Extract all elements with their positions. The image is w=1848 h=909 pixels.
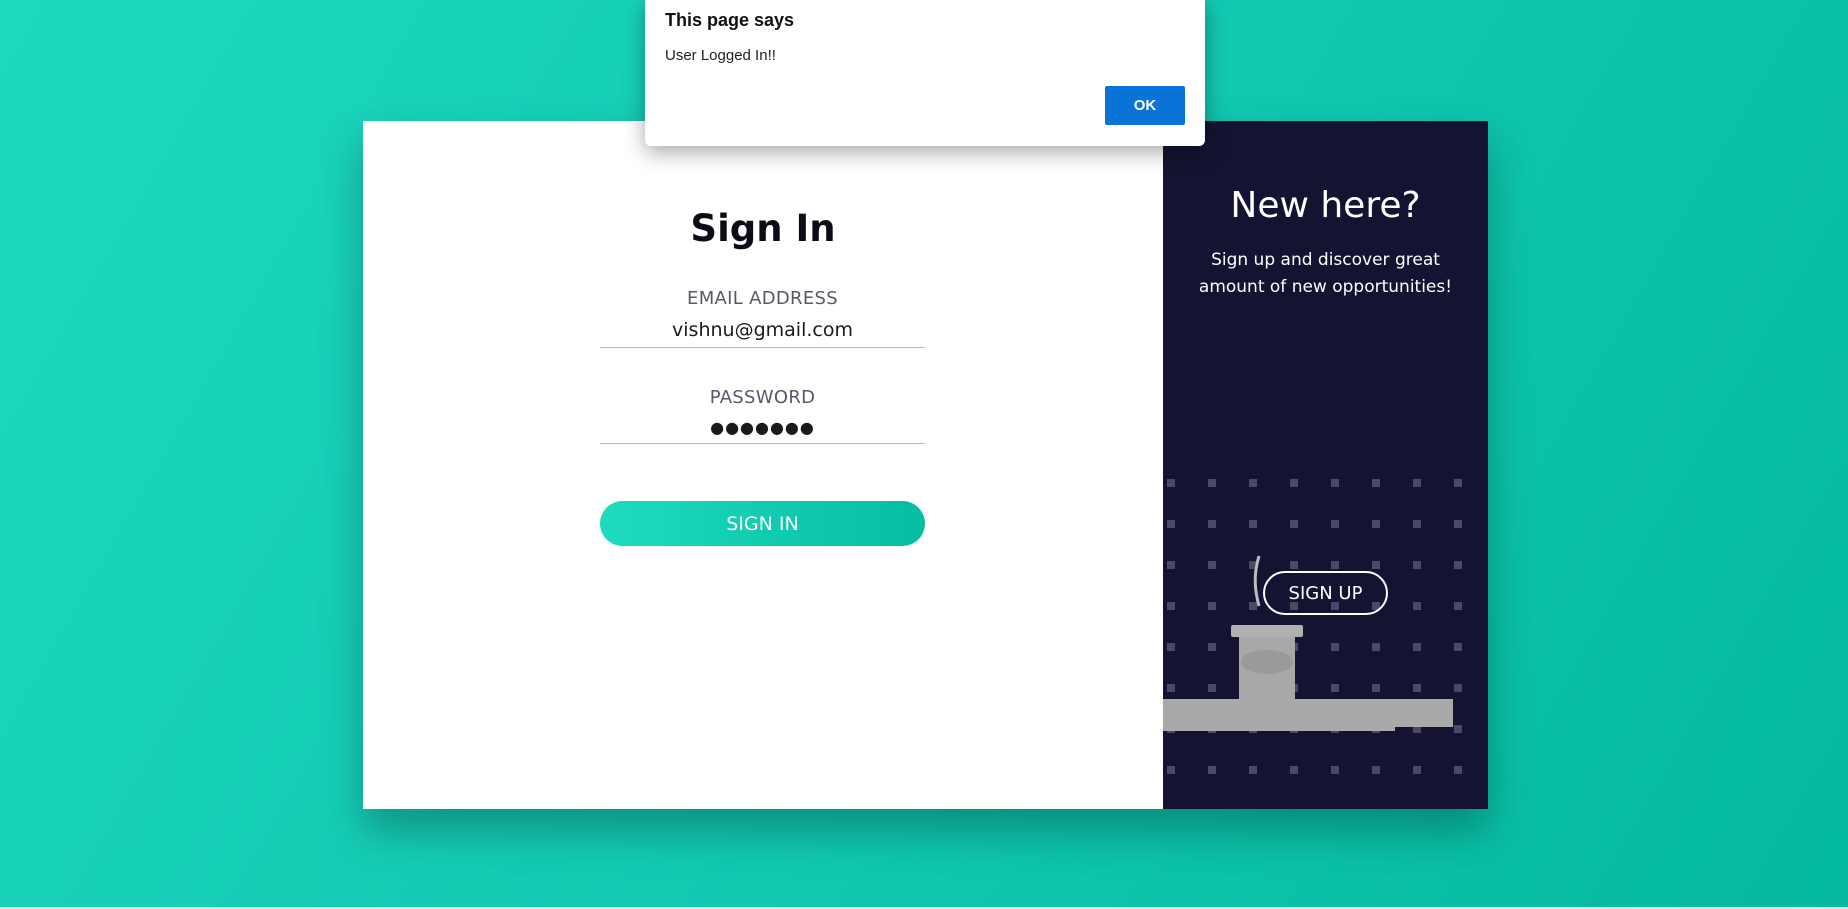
email-label: EMAIL ADDRESS: [687, 288, 838, 309]
pattern-dot: [1372, 479, 1380, 487]
password-field-group: PASSWORD ●●●●●●●: [600, 387, 925, 444]
email-input[interactable]: vishnu@gmail.com: [600, 319, 925, 348]
sign-in-button[interactable]: SIGN IN: [600, 501, 925, 546]
sign-in-form: Sign In EMAIL ADDRESS vishnu@gmail.com P…: [363, 121, 1163, 809]
pattern-dot: [1290, 766, 1298, 774]
pattern-dot: [1167, 520, 1175, 528]
pattern-dot: [1249, 479, 1257, 487]
pattern-dot: [1454, 479, 1462, 487]
pattern-dot: [1208, 766, 1216, 774]
sign-up-button[interactable]: SIGN UP: [1263, 571, 1388, 615]
pattern-dot: [1249, 766, 1257, 774]
dialog-title: This page says: [665, 10, 795, 30]
pattern-dot: [1331, 520, 1339, 528]
sign-up-panel: New here? Sign up and discover great amo…: [1163, 121, 1488, 809]
pattern-dot: [1208, 479, 1216, 487]
pattern-dot: [1290, 520, 1298, 528]
pattern-dot: [1331, 479, 1339, 487]
pattern-dot: [1372, 766, 1380, 774]
pattern-dot: [1372, 520, 1380, 528]
sign-in-title: Sign In: [690, 207, 836, 250]
auth-card: Sign In EMAIL ADDRESS vishnu@gmail.com P…: [363, 121, 1488, 809]
pattern-dot: [1413, 520, 1421, 528]
pattern-dot: [1167, 479, 1175, 487]
alert-dialog: This page says User Logged In!! OK: [645, 0, 1205, 146]
pattern-dot: [1413, 766, 1421, 774]
sign-up-title: New here?: [1230, 185, 1421, 226]
pattern-dot: [1454, 520, 1462, 528]
dialog-message: User Logged In!!: [665, 47, 776, 64]
pattern-dot: [1413, 479, 1421, 487]
email-field-group: EMAIL ADDRESS vishnu@gmail.com: [600, 288, 925, 348]
password-input[interactable]: ●●●●●●●: [600, 418, 925, 444]
ok-button[interactable]: OK: [1105, 86, 1185, 125]
pattern-dot: [1208, 520, 1216, 528]
pattern-dot: [1249, 520, 1257, 528]
password-label: PASSWORD: [709, 387, 816, 408]
smoking-pipe-illustration: [1163, 555, 1453, 731]
pattern-dot: [1290, 479, 1298, 487]
pattern-dot: [1454, 766, 1462, 774]
pattern-dot: [1167, 766, 1175, 774]
pattern-dot: [1331, 766, 1339, 774]
sign-up-description: Sign up and discover great amount of new…: [1198, 250, 1453, 297]
